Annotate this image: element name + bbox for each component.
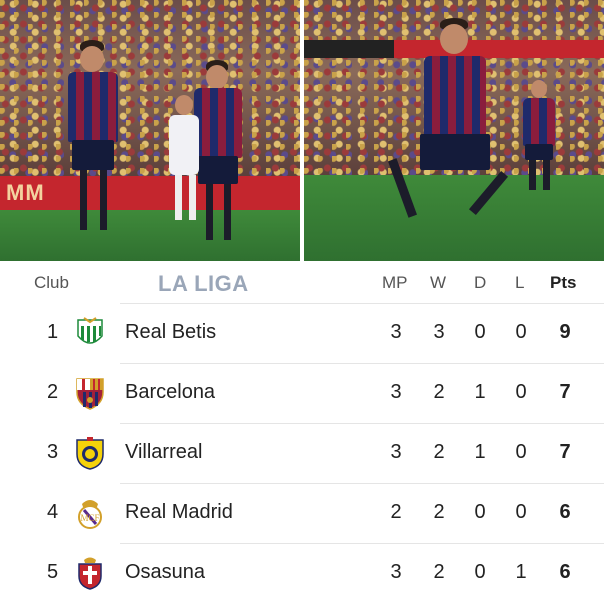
advertising-board: MM: [0, 176, 300, 210]
real-madrid-crest-icon: MCF: [78, 500, 102, 529]
column-header-club: Club: [34, 273, 69, 292]
matches-played: 3: [390, 561, 402, 583]
column-header-l: L: [515, 273, 525, 292]
draws: 1: [474, 441, 486, 463]
kneeling-player-figure: [384, 18, 509, 238]
draws: 0: [474, 561, 486, 583]
league-title: LA LIGA: [158, 271, 249, 296]
losses: 0: [515, 381, 527, 403]
position: 2: [47, 381, 59, 403]
celebration-photo-left: MM: [0, 0, 300, 261]
table-header: Club LA LIGA MP W D L Pts: [0, 261, 604, 303]
draws: 1: [474, 381, 486, 403]
matches-played: 2: [390, 501, 402, 523]
wins: 2: [433, 381, 445, 403]
losses: 0: [515, 441, 527, 463]
wins: 2: [433, 441, 445, 463]
position: 4: [47, 501, 59, 523]
wins: 3: [433, 321, 445, 343]
pitch: [0, 210, 300, 261]
column-header-pts: Pts: [550, 273, 577, 292]
player-figure: [519, 80, 559, 190]
table-row[interactable]: 1 Real Betis 3 3 0 0 9: [0, 303, 604, 363]
table-row[interactable]: 2 Barcelona 3 2 1 0 7: [0, 363, 604, 423]
position: 3: [47, 441, 59, 463]
points: 6: [559, 501, 571, 523]
club-name[interactable]: Real Madrid: [125, 501, 233, 524]
wins: 2: [433, 501, 445, 523]
column-header-d: D: [474, 273, 487, 292]
matches-played: 3: [390, 441, 402, 463]
club-name[interactable]: Villarreal: [125, 441, 202, 464]
svg-text:MCF: MCF: [80, 513, 99, 523]
points: 7: [559, 441, 571, 463]
villarreal-crest-icon: [76, 437, 104, 470]
wins: 2: [433, 561, 445, 583]
stadium-crowd: [0, 0, 300, 180]
player-figure: [60, 40, 130, 240]
table-row[interactable]: 4 MCF Real Madrid 2 2 0 0 6: [0, 483, 604, 543]
column-header-w: W: [430, 273, 447, 292]
opponent-figure: [165, 95, 205, 225]
club-name[interactable]: Osasuna: [125, 561, 205, 584]
board-text: MM: [6, 180, 45, 205]
column-header-mp: MP: [382, 273, 408, 292]
barcelona-crest-icon: [76, 378, 104, 410]
real-betis-crest-icon: [77, 317, 103, 344]
points: 9: [559, 321, 571, 343]
draws: 0: [474, 321, 486, 343]
points: 6: [559, 561, 571, 583]
points: 7: [559, 381, 571, 403]
losses: 0: [515, 501, 527, 523]
osasuna-crest-icon: [78, 557, 102, 590]
league-standings-table: Club LA LIGA MP W D L Pts 1 Real Betis 3…: [0, 261, 604, 596]
position: 5: [47, 561, 59, 583]
losses: 1: [515, 561, 527, 583]
matches-played: 3: [390, 321, 402, 343]
club-name[interactable]: Real Betis: [125, 321, 216, 344]
club-name[interactable]: Barcelona: [125, 381, 215, 404]
table-row[interactable]: 3 Villarreal 3 2 1 0 7: [0, 423, 604, 483]
table-row[interactable]: 5 Osasuna 3 2 0 1 6: [0, 543, 604, 603]
position: 1: [47, 321, 59, 343]
celebration-photo-right: [304, 0, 604, 261]
losses: 0: [515, 321, 527, 343]
matches-played: 3: [390, 381, 402, 403]
draws: 0: [474, 501, 486, 523]
